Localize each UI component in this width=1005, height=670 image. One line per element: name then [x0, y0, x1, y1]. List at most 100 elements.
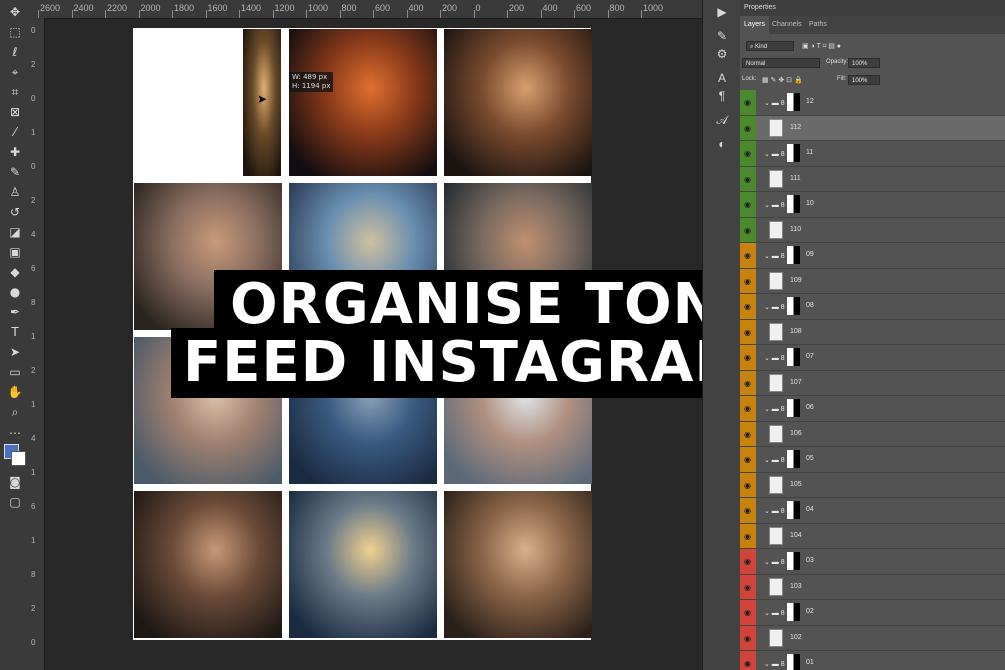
layer-group-row[interactable]: ◉ ⌄ ▬ 8 08 [740, 294, 1005, 320]
photo-silhouette[interactable] [289, 491, 437, 638]
layer-mask-thumbnail[interactable] [787, 348, 800, 366]
more-tools-icon[interactable]: … [5, 422, 25, 438]
layer-thumbnail[interactable] [769, 169, 783, 188]
filter-type-icons[interactable]: ▣ ◑ T ⌑ ▤ ● [802, 42, 841, 50]
rectangle-tool-icon[interactable]: ▭ [5, 364, 25, 380]
layer-group-row[interactable]: ◉ ⌄ ▬ 8 12 [740, 90, 1005, 116]
layer-group-row[interactable]: ◉ ⌄ ▬ 8 04 [740, 498, 1005, 524]
frame-tool-icon[interactable]: ⊠ [5, 104, 25, 120]
properties-header[interactable]: Properties [740, 0, 1005, 16]
folder-icon[interactable]: ⌄ ▬ 8 [764, 303, 785, 311]
folder-icon[interactable]: ⌄ ▬ 8 [764, 354, 785, 362]
layer-group-row[interactable]: ◉ ⌄ ▬ 8 03 [740, 549, 1005, 575]
folder-icon[interactable]: ⌄ ▬ 8 [764, 201, 785, 209]
visibility-eye-icon[interactable]: ◉ [744, 608, 751, 617]
photo-night-street[interactable] [289, 29, 437, 176]
tab-layers[interactable]: Layers [740, 16, 770, 34]
folder-icon[interactable]: ⌄ ▬ 8 [764, 99, 785, 107]
layer-row[interactable]: ◉ 107 [740, 370, 1005, 396]
layer-mask-thumbnail[interactable] [787, 399, 800, 417]
layer-group-row[interactable]: ◉ ⌄ ▬ 8 09 [740, 243, 1005, 269]
character-icon[interactable]: A [712, 70, 732, 86]
layer-thumbnail[interactable] [769, 373, 783, 392]
fill-field[interactable]: 100% [848, 75, 880, 85]
layer-mask-thumbnail[interactable] [787, 246, 800, 264]
folder-icon[interactable]: ⌄ ▬ 8 [764, 660, 785, 668]
visibility-eye-icon[interactable]: ◉ [744, 455, 751, 464]
layer-group-row[interactable]: ◉ ⌄ ▬ 8 11 [740, 141, 1005, 167]
photo-woman-portrait[interactable] [134, 491, 282, 638]
marquee-tool-icon[interactable]: ⬚ [5, 24, 25, 40]
visibility-eye-icon[interactable]: ◉ [744, 302, 751, 311]
paragraph-icon[interactable]: ¶ [712, 88, 732, 104]
layer-row[interactable]: ◉ 110 [740, 217, 1005, 243]
visibility-eye-icon[interactable]: ◉ [744, 379, 751, 388]
vertical-ruler[interactable]: 0 2 0 1 0 2 4 6 8 1 2 1 4 1 6 1 8 2 0 [30, 18, 45, 670]
eraser-tool-icon[interactable]: ◪ [5, 224, 25, 240]
layer-mask-thumbnail[interactable] [787, 654, 800, 670]
layer-thumbnail[interactable] [769, 220, 783, 239]
brush-settings-icon[interactable]: ✎ [712, 28, 732, 44]
layer-group-row[interactable]: ◉ ⌄ ▬ 8 06 [740, 396, 1005, 422]
visibility-eye-icon[interactable]: ◉ [744, 353, 751, 362]
visibility-eye-icon[interactable]: ◉ [744, 149, 751, 158]
layer-row[interactable]: ◉ 109 [740, 268, 1005, 294]
folder-icon[interactable]: ⌄ ▬ 8 [764, 405, 785, 413]
stamp-tool-icon[interactable]: ♙ [5, 184, 25, 200]
play-icon[interactable]: ▶ [712, 4, 732, 20]
visibility-eye-icon[interactable]: ◉ [744, 200, 751, 209]
layer-mask-thumbnail[interactable] [787, 93, 800, 111]
screen-mode-icon[interactable]: ▢ [5, 494, 25, 510]
opacity-field[interactable]: 100% [848, 58, 880, 68]
visibility-eye-icon[interactable]: ◉ [744, 124, 751, 133]
layer-group-row[interactable]: ◉ ⌄ ▬ 8 02 [740, 600, 1005, 626]
crop-tool-icon[interactable]: ⌗ [5, 84, 25, 100]
folder-icon[interactable]: ⌄ ▬ 8 [764, 507, 785, 515]
visibility-eye-icon[interactable]: ◉ [744, 634, 751, 643]
background-color-swatch[interactable] [11, 451, 26, 466]
folder-icon[interactable]: ⌄ ▬ 8 [764, 558, 785, 566]
layer-row[interactable]: ◉ 103 [740, 574, 1005, 600]
layer-mask-thumbnail[interactable] [787, 195, 800, 213]
visibility-eye-icon[interactable]: ◉ [744, 251, 751, 260]
blur-tool-icon[interactable]: ◆ [5, 264, 25, 280]
visibility-eye-icon[interactable]: ◉ [744, 506, 751, 515]
layer-mask-thumbnail[interactable] [787, 552, 800, 570]
visibility-eye-icon[interactable]: ◉ [744, 583, 751, 592]
layer-group-row[interactable]: ◉ ⌄ ▬ 8 10 [740, 192, 1005, 218]
blend-mode-select[interactable]: Normal [742, 58, 820, 68]
zoom-tool-icon[interactable]: ⌕ [5, 404, 25, 420]
layer-mask-thumbnail[interactable] [787, 144, 800, 162]
layer-row[interactable]: ◉ 108 [740, 319, 1005, 345]
layer-row[interactable]: ◉ 104 [740, 523, 1005, 549]
photo-woman-lights[interactable] [444, 29, 592, 176]
healing-tool-icon[interactable]: ✚ [5, 144, 25, 160]
horizontal-ruler[interactable]: 2600 2400 2200 2000 1800 1600 1400 1200 1000 800 6… [30, 0, 702, 19]
layer-group-row[interactable]: ◉ ⌄ ▬ 8 01 [740, 651, 1005, 670]
visibility-eye-icon[interactable]: ◉ [744, 659, 751, 668]
layer-thumbnail[interactable] [769, 475, 783, 494]
layer-group-row[interactable]: ◉ ⌄ ▬ 8 05 [740, 447, 1005, 473]
visibility-eye-icon[interactable]: ◉ [744, 328, 751, 337]
adjustments-icon[interactable]: ⚙ [712, 46, 732, 62]
visibility-eye-icon[interactable]: ◉ [744, 430, 751, 439]
visibility-eye-icon[interactable]: ◉ [744, 98, 751, 107]
type-tool-icon[interactable]: T [5, 324, 25, 340]
tab-channels[interactable]: Channels [772, 16, 802, 34]
quick-select-tool-icon[interactable]: ⌖ [5, 64, 25, 80]
folder-icon[interactable]: ⌄ ▬ 8 [764, 609, 785, 617]
layer-row[interactable]: ◉ 111 [740, 166, 1005, 192]
layer-thumbnail[interactable] [769, 118, 783, 137]
layer-row[interactable]: ◉ 102 [740, 625, 1005, 651]
layer-group-row[interactable]: ◉ ⌄ ▬ 8 07 [740, 345, 1005, 371]
folder-icon[interactable]: ⌄ ▬ 8 [764, 252, 785, 260]
path-select-tool-icon[interactable]: ➤ [5, 344, 25, 360]
pen-tool-icon[interactable]: ✒ [5, 304, 25, 320]
gradient-tool-icon[interactable]: ▣ [5, 244, 25, 260]
visibility-eye-icon[interactable]: ◉ [744, 481, 751, 490]
layer-thumbnail[interactable] [769, 424, 783, 443]
layer-thumbnail[interactable] [769, 577, 783, 596]
move-tool-icon[interactable]: ✥ [5, 4, 25, 20]
layer-thumbnail[interactable] [769, 322, 783, 341]
layer-mask-thumbnail[interactable] [787, 297, 800, 315]
